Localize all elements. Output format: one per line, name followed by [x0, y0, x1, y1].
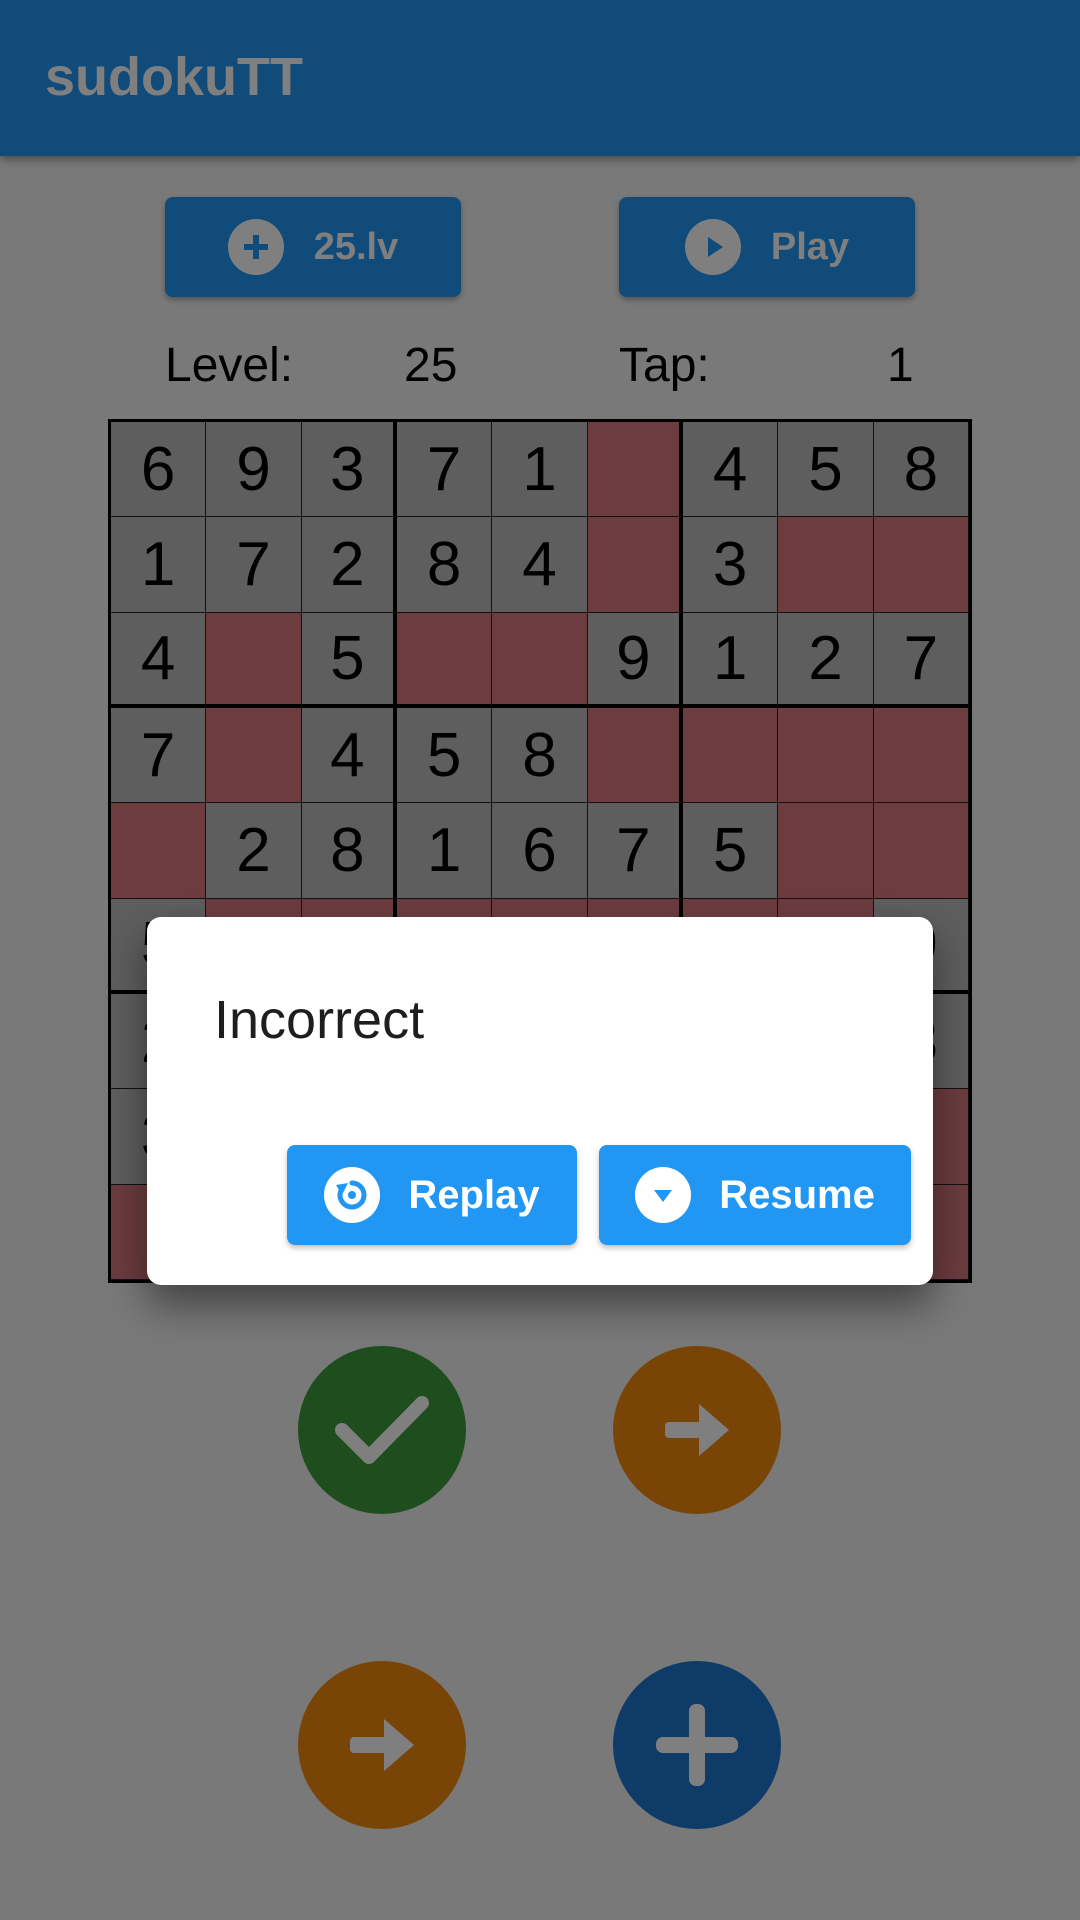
dialog-title: Incorrect: [214, 990, 425, 1050]
replay-icon: [324, 1167, 381, 1223]
replay-button[interactable]: Replay: [287, 1145, 577, 1245]
incorrect-dialog: Incorrect Replay Resume: [147, 917, 933, 1285]
resume-button[interactable]: Resume: [599, 1145, 911, 1245]
replay-button-label: Replay: [408, 1172, 540, 1217]
resume-button-label: Resume: [719, 1172, 875, 1217]
chevron-down-icon: [635, 1167, 692, 1223]
